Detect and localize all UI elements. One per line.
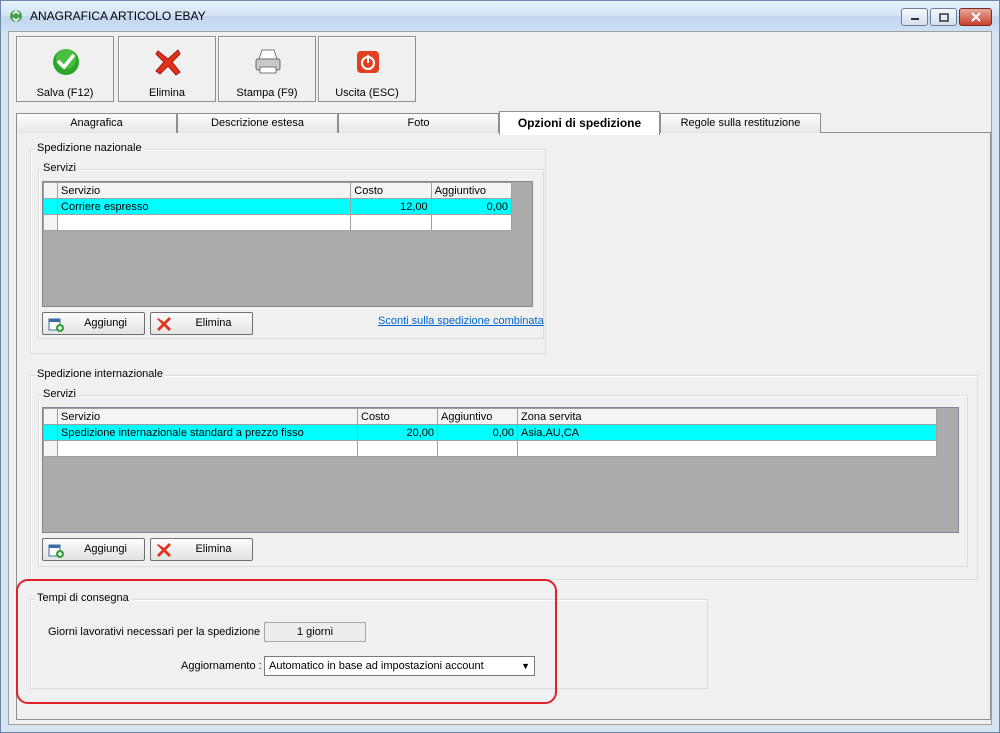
close-button[interactable] [959, 8, 992, 26]
cell-empty[interactable] [437, 440, 518, 457]
cell-zona-servita[interactable]: Asia,AU,CA [517, 424, 937, 441]
print-label: Stampa (F9) [236, 87, 298, 99]
red-x-icon [157, 317, 171, 331]
cell-empty[interactable] [350, 214, 432, 231]
international-services-grid[interactable]: Servizio Costo Aggiuntivo Zona servita S… [42, 407, 959, 533]
international-add-label: Aggiungi [84, 543, 127, 555]
cell-costo[interactable]: 20,00 [357, 424, 438, 441]
combined-shipping-discount-link[interactable]: Sconti sulla spedizione combinata [378, 315, 544, 327]
add-row-icon [48, 544, 64, 558]
cell-empty[interactable] [357, 440, 438, 457]
international-delete-label: Elimina [195, 543, 232, 555]
domestic-delete-label: Elimina [195, 317, 232, 329]
row-indicator-header [43, 408, 58, 425]
cell-aggiuntivo[interactable]: 0,00 [437, 424, 518, 441]
international-services-title: Servizi [41, 388, 79, 400]
power-icon [357, 51, 379, 73]
cell-aggiuntivo[interactable]: 0,00 [430, 198, 513, 215]
col-header-zona-servita[interactable]: Zona servita [517, 408, 937, 425]
checkmark-icon [53, 49, 79, 75]
add-row-icon [48, 318, 64, 332]
table-row-new[interactable] [43, 440, 937, 457]
international-add-button[interactable]: Aggiungi [42, 538, 145, 561]
row-indicator[interactable] [43, 424, 58, 441]
row-indicator[interactable] [42, 214, 59, 231]
delete-button[interactable]: Elimina [118, 36, 216, 102]
save-label: Salva (F12) [36, 87, 94, 99]
col-header-costo[interactable]: Costo [350, 182, 432, 199]
update-mode-select[interactable]: Automatico in base ad impostazioni accou… [264, 656, 535, 676]
table-row[interactable]: Spedizione internazionale standard a pre… [43, 424, 937, 441]
delivery-times-title: Tempi di consegna [35, 592, 131, 604]
col-header-aggiuntivo[interactable]: Aggiuntivo [437, 408, 518, 425]
tab-descrizione-estesa[interactable]: Descrizione estesa [177, 113, 338, 133]
cell-empty[interactable] [57, 214, 352, 231]
tab-regole-restituzione[interactable]: Regole sulla restituzione [660, 113, 821, 133]
cell-empty[interactable] [517, 440, 937, 457]
tab-opzioni-spedizione[interactable]: Opzioni di spedizione [499, 111, 660, 135]
exit-label: Uscita (ESC) [335, 87, 399, 99]
print-button[interactable]: Stampa (F9) [218, 36, 316, 102]
row-indicator-header [42, 182, 59, 199]
domestic-add-label: Aggiungi [84, 317, 127, 329]
col-header-servizio[interactable]: Servizio [57, 182, 352, 199]
col-header-servizio[interactable]: Servizio [57, 408, 358, 425]
domestic-services-grid[interactable]: Servizio Costo Aggiuntivo Corriere espre… [42, 181, 533, 307]
cell-empty[interactable] [57, 440, 358, 457]
cell-empty[interactable] [430, 214, 513, 231]
col-header-costo[interactable]: Costo [357, 408, 438, 425]
tab-anagrafica[interactable]: Anagrafica [16, 113, 177, 133]
international-delete-button[interactable]: Elimina [150, 538, 253, 561]
table-row-new[interactable] [42, 214, 513, 231]
red-x-icon [157, 543, 171, 557]
window-title: ANAGRAFICA ARTICOLO EBAY [30, 9, 206, 23]
close-icon [970, 12, 981, 22]
recycle-app-icon [10, 9, 22, 23]
maximize-icon [938, 12, 949, 22]
cell-servizio[interactable]: Corriere espresso [57, 198, 352, 215]
domestic-delete-button[interactable]: Elimina [150, 312, 253, 335]
domestic-services-title: Servizi [41, 162, 79, 174]
table-row[interactable]: Corriere espresso 12,00 0,00 [42, 198, 513, 215]
exit-button[interactable]: Uscita (ESC) [318, 36, 416, 102]
tab-foto[interactable]: Foto [338, 113, 499, 133]
minimize-button[interactable] [901, 8, 928, 26]
maximize-button[interactable] [930, 8, 957, 26]
save-button[interactable]: Salva (F12) [16, 36, 114, 102]
cell-servizio[interactable]: Spedizione internazionale standard a pre… [57, 424, 358, 441]
delete-label: Elimina [148, 87, 186, 99]
international-shipping-title: Spedizione internazionale [35, 368, 165, 380]
printer-icon [255, 49, 281, 74]
update-mode-label: Aggiornamento : [181, 660, 262, 672]
update-mode-value: Automatico in base ad impostazioni accou… [269, 660, 484, 672]
domestic-shipping-title: Spedizione nazionale [35, 142, 144, 154]
cell-costo[interactable]: 12,00 [350, 198, 432, 215]
col-header-aggiuntivo[interactable]: Aggiuntivo [430, 182, 513, 199]
chevron-down-icon[interactable]: ▼ [521, 657, 530, 675]
row-indicator[interactable] [43, 440, 58, 457]
minimize-icon [910, 18, 919, 20]
domestic-add-button[interactable]: Aggiungi [42, 312, 145, 335]
red-x-icon [155, 49, 181, 76]
handling-days-label: Giorni lavorativi necessari per la spedi… [48, 626, 267, 638]
row-indicator[interactable] [42, 198, 59, 215]
handling-days-field[interactable]: 1 giorni [264, 622, 366, 642]
